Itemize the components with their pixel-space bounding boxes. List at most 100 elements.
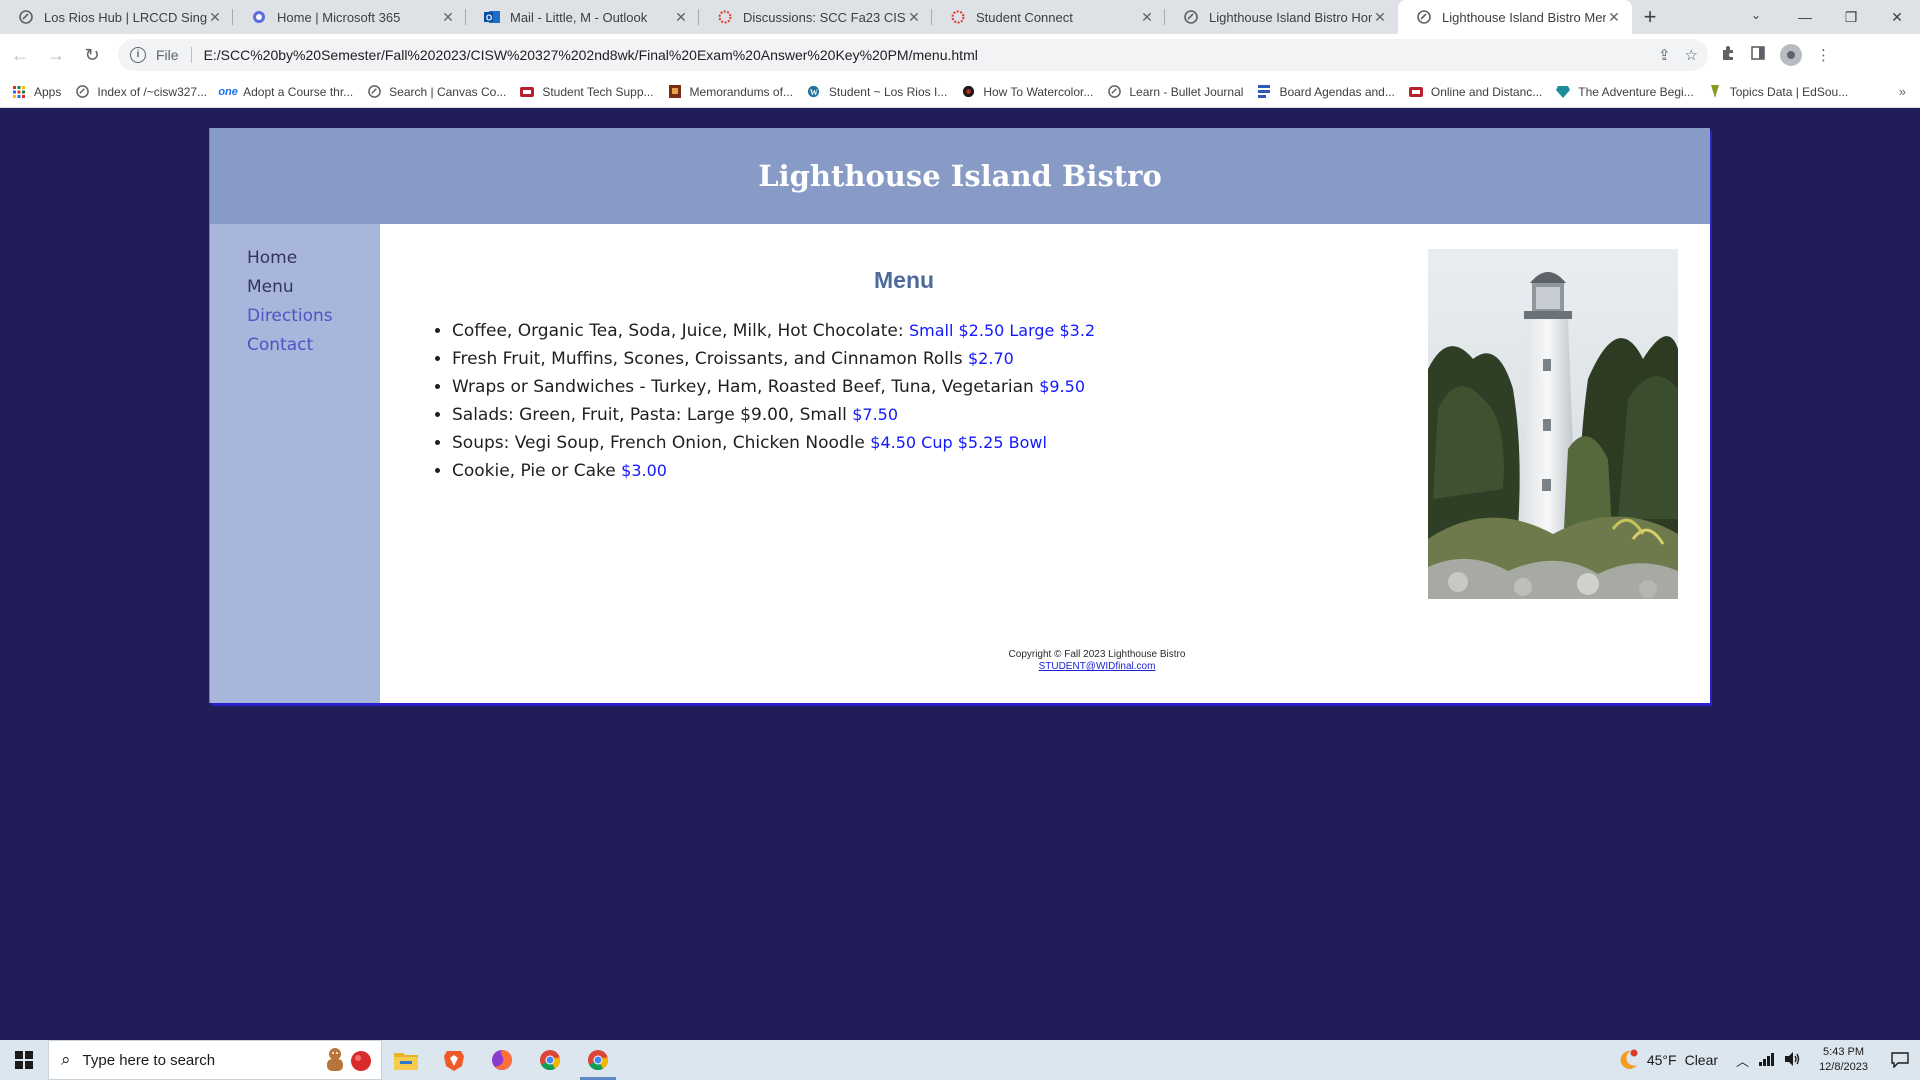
notification-icon[interactable] xyxy=(1880,1040,1920,1080)
menu-item: Wraps or Sandwiches - Turkey, Ham, Roast… xyxy=(452,373,1095,401)
bookmark-label: Apps xyxy=(34,84,62,99)
close-icon[interactable]: ✕ xyxy=(673,9,689,25)
tab-student-connect[interactable]: Student Connect ✕ xyxy=(932,0,1165,34)
canvas-icon xyxy=(950,9,966,25)
svg-text:O: O xyxy=(486,14,492,23)
forward-arrow-icon[interactable]: → xyxy=(40,39,72,71)
bookmark-item[interactable]: Learn - Bullet Journal xyxy=(1107,85,1243,99)
tab-los-rios-hub[interactable]: Los Rios Hub | LRCCD Single Sig ✕ xyxy=(0,0,233,34)
globe-icon xyxy=(1416,9,1432,25)
tab-title: Mail - Little, M - Outlook xyxy=(510,9,648,25)
menu-item-price: $9.50 xyxy=(1039,377,1085,396)
bookmark-item[interactable]: The Adventure Begi... xyxy=(1556,85,1694,99)
address-bar[interactable]: i File E:/SCC%20by%20Semester/Fall%20202… xyxy=(118,39,1708,71)
tab-discussions[interactable]: Discussions: SCC Fa23 CISW 32 ✕ xyxy=(699,0,932,34)
weather-widget[interactable]: 45°F Clear xyxy=(1617,1049,1718,1071)
side-panel-icon[interactable] xyxy=(1750,45,1766,65)
bookmark-star-icon[interactable]: ☆ xyxy=(1685,46,1698,64)
close-icon[interactable]: ✕ xyxy=(207,9,223,25)
tab-bistro-home[interactable]: Lighthouse Island Bistro Home ✕ xyxy=(1165,0,1398,34)
window-close-icon[interactable]: ✕ xyxy=(1874,0,1920,34)
chrome-active-icon[interactable] xyxy=(574,1040,622,1080)
bookmark-item[interactable]: Index of /~cisw327... xyxy=(75,85,207,99)
menu-item: Salads: Green, Fruit, Pasta: Large $9.00… xyxy=(452,401,1095,429)
tab-microsoft-365[interactable]: Home | Microsoft 365 ✕ xyxy=(233,0,466,34)
bookmark-item[interactable]: Student Tech Supp... xyxy=(520,85,654,99)
restore-icon[interactable]: ❐ xyxy=(1828,0,1874,34)
bookmark-item[interactable]: Online and Distanc... xyxy=(1408,85,1542,99)
wordpress-icon: W xyxy=(807,85,821,99)
bookmark-item[interactable]: Topics Data | EdSou... xyxy=(1708,85,1848,99)
edsource-icon xyxy=(1708,85,1722,99)
minimize-icon[interactable]: — xyxy=(1782,0,1828,34)
footer-email-link[interactable]: STUDENT@WIDfinal.com xyxy=(1039,661,1156,672)
nav-link-home[interactable]: Home xyxy=(247,244,380,273)
bookmark-item[interactable]: Memorandums of... xyxy=(668,85,793,99)
bookmark-item[interactable]: W Student ~ Los Rios I... xyxy=(807,85,947,99)
close-icon[interactable]: ✕ xyxy=(1606,9,1622,25)
info-icon[interactable]: i xyxy=(130,47,146,63)
tab-title: Student Connect xyxy=(976,9,1073,25)
site-header: Lighthouse Island Bistro xyxy=(210,128,1710,224)
menu-item-price: $2.70 xyxy=(968,349,1014,368)
share-icon[interactable]: ⇪ xyxy=(1658,46,1671,64)
menu-item-text: Salads: Green, Fruit, Pasta: Large $9.00… xyxy=(452,405,847,425)
tab-strip: Los Rios Hub | LRCCD Single Sig ✕ Home |… xyxy=(0,0,1920,34)
close-icon[interactable]: ✕ xyxy=(440,9,456,25)
close-icon[interactable]: ✕ xyxy=(1139,9,1155,25)
windows-start-icon[interactable] xyxy=(0,1040,48,1080)
bookmark-item[interactable]: Board Agendas and... xyxy=(1257,85,1395,99)
memo-icon xyxy=(668,85,682,99)
menu-item-text: Soups: Vegi Soup, French Onion, Chicken … xyxy=(452,433,865,453)
extensions-puzzle-icon[interactable] xyxy=(1720,45,1736,65)
outlook-icon: O xyxy=(484,9,500,25)
system-tray: 45°F Clear ︿ 5:43 PM 12/8/2023 xyxy=(1617,1040,1920,1080)
profile-avatar-icon[interactable] xyxy=(1780,44,1802,66)
firefox-icon[interactable] xyxy=(478,1040,526,1080)
tab-bistro-menu[interactable]: Lighthouse Island Bistro Menu ✕ xyxy=(1398,0,1632,34)
brave-browser-icon[interactable] xyxy=(430,1040,478,1080)
bookmarks-overflow-icon[interactable]: » xyxy=(1899,84,1906,99)
board-icon xyxy=(1257,85,1271,99)
url-scheme: File xyxy=(156,47,179,63)
clock-date: 12/8/2023 xyxy=(1819,1061,1868,1073)
bookmark-label: Memorandums of... xyxy=(689,84,793,99)
taskbar-search-box[interactable]: ⌕ Type here to search xyxy=(48,1040,382,1080)
nav-link-contact[interactable]: Contact xyxy=(247,331,380,360)
site-wrapper: Lighthouse Island Bistro Home Menu Direc… xyxy=(210,128,1710,703)
bookmark-label: Adopt a Course thr... xyxy=(243,84,354,99)
bookmark-label: Student ~ Los Rios I... xyxy=(828,84,948,99)
bookmark-item[interactable]: Search | Canvas Co... xyxy=(367,85,506,99)
site-footer: Copyright © Fall 2023 Lighthouse Bistro … xyxy=(947,649,1247,673)
reload-icon[interactable]: ↻ xyxy=(76,39,108,71)
tab-outlook[interactable]: O Mail - Little, M - Outlook ✕ xyxy=(466,0,699,34)
site-nav: Home Menu Directions Contact xyxy=(210,224,380,703)
close-icon[interactable]: ✕ xyxy=(1372,9,1388,25)
taskbar-search-placeholder: Type here to search xyxy=(82,1051,216,1069)
bookmark-apps[interactable]: Apps xyxy=(12,85,61,99)
file-explorer-icon[interactable] xyxy=(382,1040,430,1080)
tab-search-chevron-icon[interactable]: ⌄ xyxy=(1740,0,1772,30)
menu-item-price: Small $2.50 Large $3.2 xyxy=(908,321,1096,340)
taskbar-clock[interactable]: 5:43 PM 12/8/2023 xyxy=(1819,1045,1868,1075)
volume-icon[interactable] xyxy=(1785,1051,1801,1069)
menu-item-price: $3.00 xyxy=(621,461,667,480)
network-icon[interactable] xyxy=(1759,1052,1775,1069)
menu-list: Coffee, Organic Tea, Soda, Juice, Milk, … xyxy=(452,317,1095,485)
url-text[interactable]: E:/SCC%20by%20Semester/Fall%202023/CISW%… xyxy=(204,47,978,63)
globe-icon xyxy=(367,85,381,99)
chrome-icon[interactable] xyxy=(526,1040,574,1080)
bookmark-label: How To Watercolor... xyxy=(983,84,1094,99)
back-arrow-icon[interactable]: ← xyxy=(4,39,36,71)
globe-icon xyxy=(75,85,89,99)
nav-link-directions[interactable]: Directions xyxy=(247,302,380,331)
bookmark-item[interactable]: one Adopt a Course thr... xyxy=(218,84,354,99)
bookmark-item[interactable]: How To Watercolor... xyxy=(961,85,1093,99)
menu-kebab-icon[interactable]: ⋮ xyxy=(1816,46,1831,64)
chevron-up-icon[interactable]: ︿ xyxy=(1736,1051,1749,1070)
new-tab-button[interactable]: + xyxy=(1632,0,1668,34)
bookmarks-bar: Apps Index of /~cisw327... one Adopt a Co… xyxy=(0,76,1920,108)
nav-link-menu[interactable]: Menu xyxy=(247,273,380,302)
one-icon: one xyxy=(218,85,238,98)
close-icon[interactable]: ✕ xyxy=(906,9,922,25)
